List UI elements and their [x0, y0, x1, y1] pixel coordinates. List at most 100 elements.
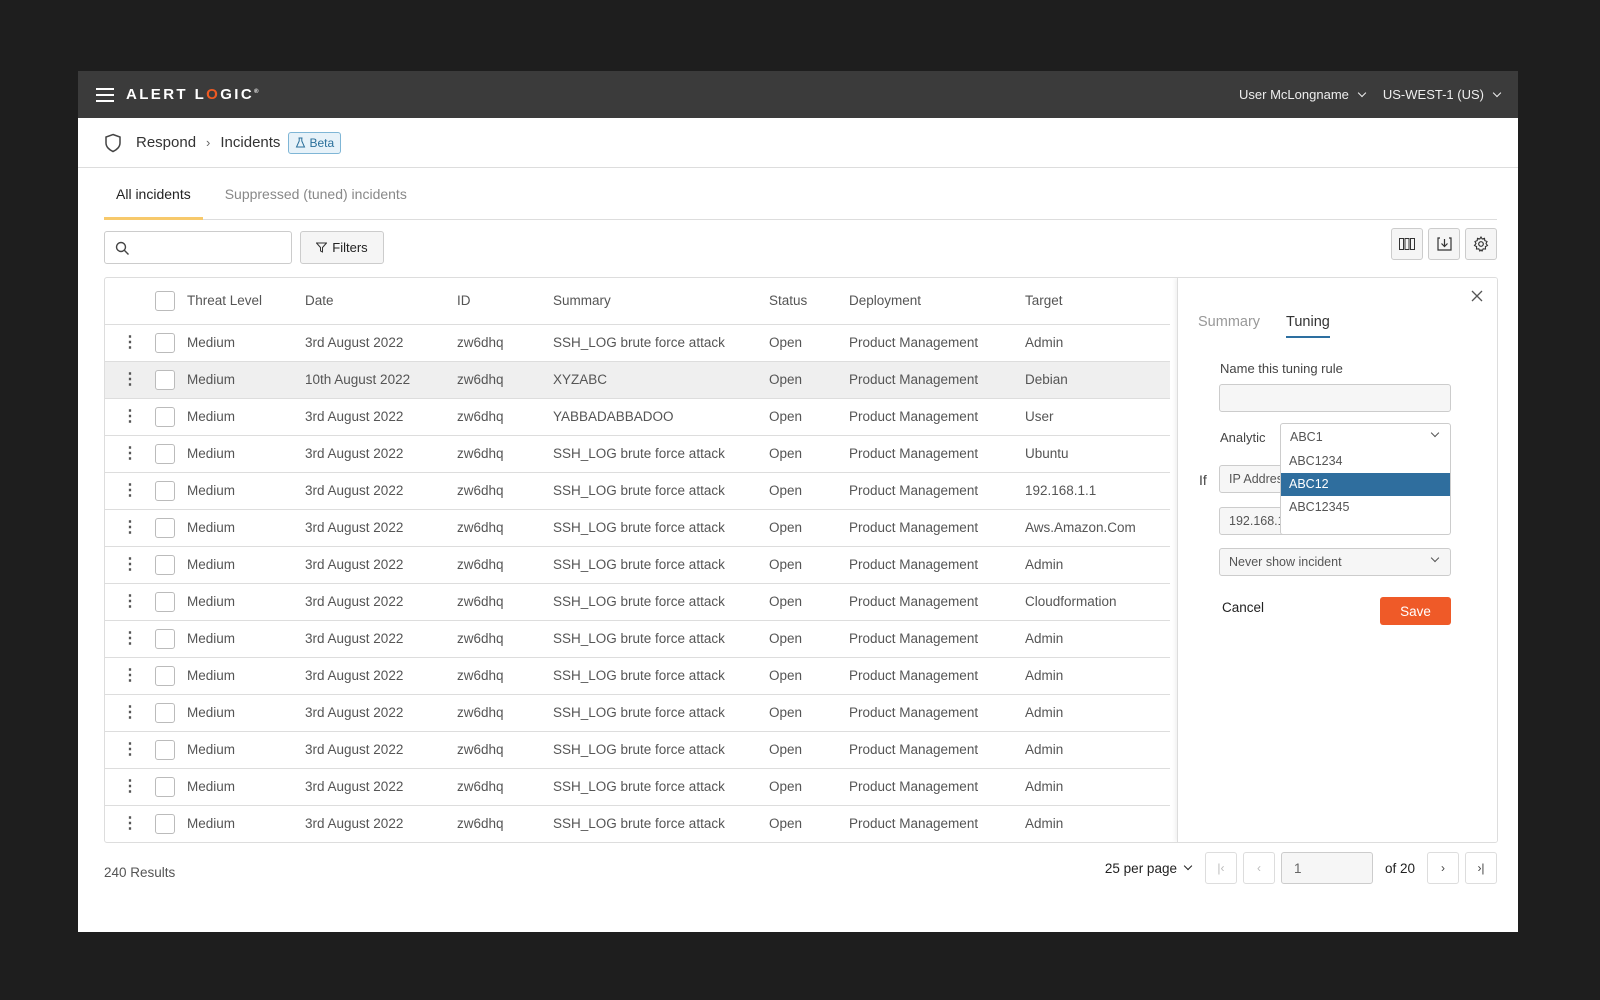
cancel-button[interactable]: Cancel	[1222, 600, 1264, 615]
analytic-option[interactable]: ABC1234	[1281, 450, 1450, 473]
analytic-option-highlighted[interactable]: ABC12	[1281, 473, 1450, 496]
analytic-select[interactable]: ABC1	[1280, 423, 1451, 451]
row-checkbox[interactable]	[155, 813, 175, 834]
row-checkbox[interactable]	[155, 480, 175, 501]
cell-id: zw6dhq	[457, 509, 553, 547]
cell-summary: SSH_LOG brute force attack	[553, 546, 769, 584]
close-icon[interactable]	[1471, 290, 1483, 302]
table-row[interactable]: ⋮ Medium 3rd August 2022 zw6dhq SSH_LOG brut…	[105, 472, 1170, 510]
first-page-button[interactable]: |‹	[1204, 852, 1237, 884]
row-actions-icon[interactable]: ⋮	[105, 768, 155, 806]
row-actions-icon[interactable]: ⋮	[105, 361, 155, 399]
rule-name-input[interactable]	[1219, 384, 1451, 412]
row-actions-icon[interactable]: ⋮	[105, 620, 155, 658]
columns-button[interactable]	[1391, 228, 1423, 260]
tab-suppressed-incidents[interactable]: Suppressed (tuned) incidents	[213, 168, 419, 219]
row-actions-icon[interactable]: ⋮	[105, 657, 155, 695]
table-row[interactable]: ⋮ Medium 3rd August 2022 zw6dhq SSH_LOG brut…	[105, 694, 1170, 732]
table-row[interactable]: ⋮ Medium 3rd August 2022 zw6dhq SSH_LOG brut…	[105, 620, 1170, 658]
table-row[interactable]: ⋮ Medium 3rd August 2022 zw6dhq YABBADABBADO…	[105, 398, 1170, 436]
row-checkbox[interactable]	[155, 628, 175, 649]
user-menu[interactable]: User McLongname	[1239, 87, 1367, 102]
table-row[interactable]: ⋮ Medium 3rd August 2022 zw6dhq SSH_LOG brut…	[105, 583, 1170, 621]
row-actions-icon[interactable]: ⋮	[105, 694, 155, 732]
download-button[interactable]	[1428, 228, 1460, 260]
row-checkbox[interactable]	[155, 406, 175, 427]
col-status[interactable]: Status	[769, 278, 849, 325]
cell-date: 10th August 2022	[305, 361, 457, 399]
row-actions-icon[interactable]: ⋮	[105, 805, 155, 842]
row-checkbox[interactable]	[155, 702, 175, 723]
cell-id: zw6dhq	[457, 583, 553, 621]
cell-threat-level: Medium	[187, 694, 305, 732]
cell-target: Admin	[1025, 805, 1170, 842]
col-target[interactable]: Target	[1025, 278, 1170, 325]
table-row[interactable]: ⋮ Medium 3rd August 2022 zw6dhq SSH_LOG brut…	[105, 731, 1170, 769]
save-button[interactable]: Save	[1380, 597, 1451, 625]
row-actions-icon[interactable]: ⋮	[105, 324, 155, 362]
table-row[interactable]: ⋮ Medium 3rd August 2022 zw6dhq SSH_LOG brut…	[105, 324, 1170, 362]
row-actions-icon[interactable]: ⋮	[105, 731, 155, 769]
table-row[interactable]: ⋮ Medium 10th August 2022 zw6dhq XYZABC Open P…	[105, 361, 1170, 399]
cell-threat-level: Medium	[187, 620, 305, 658]
menu-icon[interactable]	[96, 87, 114, 102]
table-row[interactable]: ⋮ Medium 3rd August 2022 zw6dhq SSH_LOG brut…	[105, 805, 1170, 842]
col-id[interactable]: ID	[457, 278, 553, 325]
breadcrumb-respond[interactable]: Respond	[136, 134, 196, 151]
col-summary[interactable]: Summary	[553, 278, 769, 325]
table-row[interactable]: ⋮ Medium 3rd August 2022 zw6dhq SSH_LOG brut…	[105, 546, 1170, 584]
table-row[interactable]: ⋮ Medium 3rd August 2022 zw6dhq SSH_LOG brut…	[105, 509, 1170, 547]
analytic-option[interactable]: ABC12345	[1281, 496, 1450, 519]
col-date[interactable]: Date	[305, 278, 457, 325]
select-all-checkbox[interactable]	[155, 290, 175, 311]
row-actions-icon[interactable]: ⋮	[105, 435, 155, 473]
cell-status: Open	[769, 361, 849, 399]
next-page-button[interactable]: ›	[1427, 852, 1459, 884]
cell-threat-level: Medium	[187, 361, 305, 399]
action-select[interactable]: Never show incident	[1219, 548, 1451, 576]
last-page-button[interactable]: ›|	[1465, 852, 1497, 884]
user-name: User McLongname	[1239, 87, 1349, 102]
table-row[interactable]: ⋮ Medium 3rd August 2022 zw6dhq SSH_LOG brut…	[105, 435, 1170, 473]
cell-id: zw6dhq	[457, 620, 553, 658]
cell-deployment: Product Management	[849, 805, 1025, 842]
row-checkbox[interactable]	[155, 665, 175, 686]
row-checkbox[interactable]	[155, 554, 175, 575]
row-checkbox[interactable]	[155, 591, 175, 612]
search-input[interactable]	[104, 231, 292, 264]
cell-status: Open	[769, 472, 849, 510]
cell-summary: SSH_LOG brute force attack	[553, 620, 769, 658]
panel-tab-summary[interactable]: Summary	[1198, 314, 1260, 338]
table-row[interactable]: ⋮ Medium 3rd August 2022 zw6dhq SSH_LOG brut…	[105, 768, 1170, 806]
row-actions-icon[interactable]: ⋮	[105, 398, 155, 436]
filters-button[interactable]: Filters	[300, 231, 384, 264]
incidents-table: Threat Level Date ID Summary Status Depl…	[104, 277, 1498, 843]
row-actions-icon[interactable]: ⋮	[105, 472, 155, 510]
row-checkbox[interactable]	[155, 443, 175, 464]
per-page-select[interactable]: 25 per page	[1105, 861, 1193, 876]
row-checkbox[interactable]	[155, 739, 175, 760]
panel-tab-tuning[interactable]: Tuning	[1286, 314, 1330, 338]
tab-all-incidents[interactable]: All incidents	[104, 168, 203, 220]
col-threat-level[interactable]: Threat Level	[187, 278, 305, 325]
prev-page-button[interactable]: ‹	[1242, 852, 1275, 884]
row-checkbox[interactable]	[155, 517, 175, 538]
row-checkbox[interactable]	[155, 332, 175, 353]
cell-deployment: Product Management	[849, 509, 1025, 547]
filter-icon	[316, 242, 328, 253]
cell-date: 3rd August 2022	[305, 435, 457, 473]
page-number-input[interactable]: 1	[1280, 852, 1373, 884]
row-checkbox[interactable]	[155, 776, 175, 797]
cell-target: Ubuntu	[1025, 435, 1170, 473]
cell-target: 192.168.1.1	[1025, 472, 1170, 510]
region-menu[interactable]: US-WEST-1 (US)	[1383, 87, 1502, 102]
row-actions-icon[interactable]: ⋮	[105, 583, 155, 621]
row-actions-icon[interactable]: ⋮	[105, 546, 155, 584]
settings-button[interactable]	[1465, 228, 1497, 260]
col-deployment[interactable]: Deployment	[849, 278, 1025, 325]
table-row[interactable]: ⋮ Medium 3rd August 2022 zw6dhq SSH_LOG brut…	[105, 657, 1170, 695]
row-checkbox[interactable]	[155, 369, 175, 390]
chevron-down-icon	[1430, 428, 1440, 438]
row-actions-icon[interactable]: ⋮	[105, 509, 155, 547]
cell-summary: SSH_LOG brute force attack	[553, 768, 769, 806]
